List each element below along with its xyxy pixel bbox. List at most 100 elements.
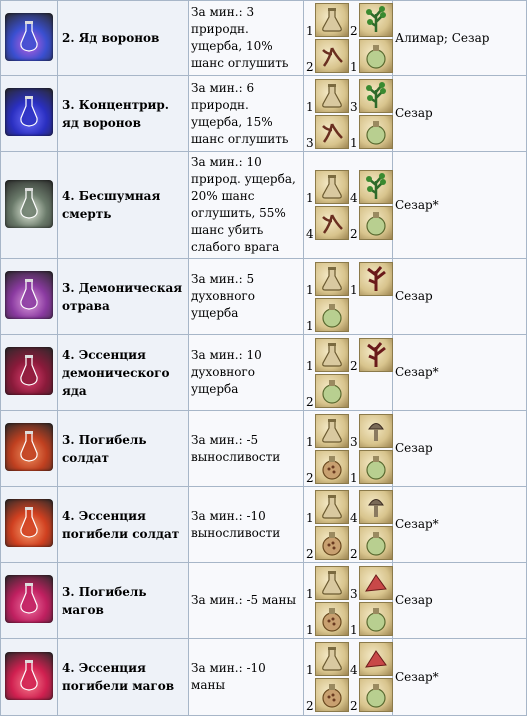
ingredients-cell: 1 2 2	[303, 334, 393, 411]
potion-source: Сезар*	[392, 151, 527, 259]
vial-icon	[359, 601, 393, 636]
ingredient-qty: 2	[306, 394, 314, 409]
ingredients-grid: 1 1 1	[304, 260, 393, 334]
ingredient: 2	[350, 337, 393, 373]
ingredient: 4	[350, 642, 393, 676]
potion-name: 4. Эссенция демонического яда	[57, 334, 189, 411]
potion-source: Сезар	[392, 75, 527, 152]
potion-icon-cell	[0, 75, 58, 152]
ingredient-qty: 2	[350, 358, 358, 373]
potion-effect: За мин.: -10 выносливости	[188, 486, 304, 563]
ingredient-qty: 2	[306, 470, 314, 485]
ingredient: 2	[350, 3, 393, 37]
ingredients-cell: 1 4 2 2	[303, 638, 393, 716]
ingredient: 4	[350, 170, 393, 204]
herb-icon	[359, 3, 393, 37]
ingredient: 1	[306, 78, 349, 113]
potion-icon	[5, 12, 53, 61]
ingredient-qty: 1	[306, 358, 314, 373]
flask-icon	[315, 170, 349, 204]
vial-icon	[359, 39, 393, 73]
potion-row: 2. Яд воронов За мин.: 3 природн. ущерба,…	[0, 0, 527, 76]
potion-source: Сезар*	[392, 334, 527, 411]
ingredient: 4	[306, 206, 349, 241]
root-icon	[315, 206, 349, 240]
potion-icon-cell	[0, 258, 58, 335]
mushroom-icon	[359, 489, 393, 524]
potion-icon	[5, 499, 53, 547]
ingredient-qty: 1	[306, 663, 314, 677]
potion-icon-cell	[0, 0, 58, 76]
flask-icon	[315, 489, 349, 524]
potion-icon-cell	[0, 562, 58, 639]
ingredient: 1	[306, 601, 349, 636]
potion-effect: За мин.: 10 природ. ущерба, 20% шанс огл…	[188, 151, 304, 259]
potion-name: 4. Эссенция погибели солдат	[57, 486, 189, 563]
ingredient: 3	[350, 565, 393, 600]
ingredients-grid: 1 4 2 2	[304, 488, 393, 562]
ingredients-grid: 1 3 1 1	[304, 564, 393, 638]
potion-icon	[5, 347, 53, 395]
ingredient-qty: 1	[306, 510, 314, 525]
ingredient: 1	[306, 413, 349, 448]
potion-row: 3. Демоническая отрава За мин.: 5 духовно…	[0, 258, 527, 335]
ingredient-qty: 1	[306, 282, 314, 297]
potion-name: 3. Погибель солдат	[57, 410, 189, 487]
ingredient: 1	[306, 337, 349, 373]
ingredient: 2	[306, 525, 349, 560]
ingredients-grid: 1 4 2 2	[304, 640, 393, 714]
ingredient-qty: 1	[306, 191, 314, 205]
ingredients-cell: 1 3 3 1	[303, 75, 393, 152]
ingredient: 1	[306, 489, 349, 525]
ingredient-qty: 1	[350, 470, 358, 485]
flask-icon	[315, 3, 349, 37]
root-icon	[315, 114, 349, 149]
ingredient: 2	[306, 678, 349, 712]
ingredient: 1	[350, 114, 393, 150]
potions-table-body: 2. Яд воронов За мин.: 3 природн. ущерба,…	[0, 0, 527, 716]
ingredients-cell: 1 2 2 1	[303, 0, 393, 76]
potion-name: 3. Концентрир. яд воронов	[57, 75, 189, 152]
flask-icon	[315, 337, 349, 372]
potion-name: 4. Эссенция погибели магов	[57, 638, 189, 716]
potion-row: 3. Погибель солдат За мин.: -5 выносливос…	[0, 410, 527, 487]
ingredient: 1	[306, 297, 349, 332]
mushroom-icon	[359, 413, 393, 448]
potion-effect: За мин.: -10 маны	[188, 638, 304, 716]
potion-effect: За мин.: 5 духовного ущерба	[188, 258, 304, 335]
flask-icon	[315, 642, 349, 676]
ingredients-cell: 1 1 1	[303, 258, 393, 335]
ingredients-cell: 1 4 4 2	[303, 151, 393, 259]
herb-icon	[359, 78, 393, 113]
potion-row: 4. Эссенция погибели солдат За мин.: -10 …	[0, 486, 527, 563]
potion-source: Сезар	[392, 258, 527, 335]
ingredients-cell: 1 3 2 1	[303, 410, 393, 487]
potion-icon-cell	[0, 486, 58, 563]
potion-icon	[5, 271, 53, 319]
vial-icon	[315, 297, 349, 332]
potion-effect: За мин.: 3 природн. ущерба, 10% шанс огл…	[188, 0, 304, 76]
vial-icon	[315, 373, 349, 408]
potion-source: Сезар*	[392, 486, 527, 563]
demon-herb-icon	[359, 261, 393, 296]
potion-icon-cell	[0, 410, 58, 487]
potion-source: Алимар; Сезар	[392, 0, 527, 76]
ingredient-qty: 1	[306, 586, 314, 601]
potion-icon	[5, 179, 53, 228]
seed-vial-icon	[315, 449, 349, 484]
ingredients-grid: 1 3 3 1	[304, 77, 393, 151]
ingredient: 2	[350, 678, 393, 713]
ingredient: 2	[350, 525, 393, 560]
ingredient-qty: 4	[306, 227, 314, 241]
ingredient-qty: 1	[350, 135, 358, 150]
ingredient: 1	[306, 3, 349, 37]
ingredient: 1	[350, 39, 393, 73]
ingredients-grid: 1 3 2 1	[304, 412, 393, 486]
ingredient-qty: 1	[350, 282, 358, 297]
potion-row: 3. Погибель магов За мин.: -5 маны 1 3 1 1 Сез…	[0, 562, 527, 639]
potion-icon-cell	[0, 334, 58, 411]
ingredient: 1	[350, 449, 393, 485]
potion-icon	[5, 423, 53, 471]
ingredient: 1	[350, 261, 393, 297]
ingredient-qty: 2	[350, 699, 358, 713]
